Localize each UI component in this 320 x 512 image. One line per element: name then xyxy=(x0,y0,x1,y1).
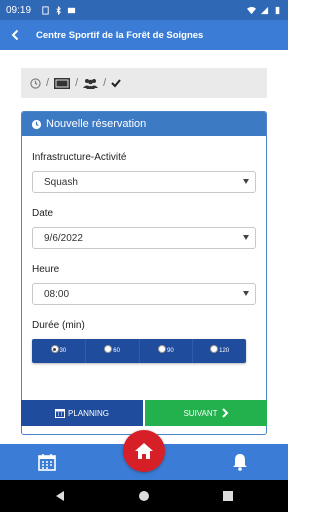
panel-header: Nouvelle réservation xyxy=(22,112,266,136)
step-separator: / xyxy=(46,77,50,89)
panel-title: Nouvelle réservation xyxy=(46,118,147,130)
duree-option-label: 30 xyxy=(59,348,67,354)
step-breadcrumb: / / / xyxy=(21,68,267,98)
system-back-button[interactable] xyxy=(52,488,68,504)
step-separator: / xyxy=(103,77,107,89)
chevron-right-icon xyxy=(221,408,228,418)
back-button[interactable] xyxy=(0,20,32,50)
duree-option-label: 90 xyxy=(167,348,174,354)
infra-value: Squash xyxy=(44,176,78,188)
wifi-icon xyxy=(247,6,256,14)
duree-option-30[interactable]: 30 xyxy=(32,339,86,363)
chevron-down-icon xyxy=(243,291,249,296)
clock-icon xyxy=(31,119,42,130)
system-nav-bar xyxy=(0,480,288,512)
signal-icon xyxy=(260,6,269,14)
heure-value: 08:00 xyxy=(44,288,70,300)
date-select[interactable]: 9/6/2022 xyxy=(32,227,256,249)
planning-button[interactable]: PLANNING xyxy=(21,400,143,426)
step-separator: / xyxy=(75,77,79,89)
home-button[interactable] xyxy=(123,430,165,472)
back-arrow-icon xyxy=(11,29,19,41)
radio-icon xyxy=(104,345,113,353)
clock-icon[interactable] xyxy=(30,77,41,89)
reservation-panel: Nouvelle réservation Infrastructure-Acti… xyxy=(21,111,267,435)
heure-label: Heure xyxy=(32,264,60,275)
radio-icon xyxy=(158,345,167,353)
nav-calendar-button[interactable] xyxy=(37,452,57,472)
home-icon xyxy=(135,443,153,459)
duree-radio-group: 30 60 90 120 xyxy=(32,339,246,363)
status-time: 09:19 xyxy=(6,4,32,16)
infra-select[interactable]: Squash xyxy=(32,171,256,193)
app-bar: Centre Sportif de la Forêt de Soignes xyxy=(0,20,288,50)
bluetooth-icon xyxy=(56,5,61,15)
check-icon[interactable] xyxy=(111,78,121,88)
calendar-icon xyxy=(38,454,56,471)
chevron-down-icon xyxy=(243,179,249,184)
court-icon[interactable] xyxy=(54,77,71,89)
date-label: Date xyxy=(32,208,54,219)
suivant-label: SUIVANT xyxy=(183,408,218,418)
square-icon xyxy=(223,491,233,501)
chevron-down-icon xyxy=(243,235,249,240)
users-icon[interactable] xyxy=(83,78,99,89)
system-recents-button[interactable] xyxy=(220,488,236,504)
duree-label: Durée (min) xyxy=(32,320,85,331)
status-bar: 09:19 xyxy=(0,0,288,20)
circle-icon xyxy=(139,491,149,501)
infra-label: Infrastructure-Activité xyxy=(32,152,127,163)
planning-label: PLANNING xyxy=(68,408,109,418)
page-title: Centre Sportif de la Forêt de Soignes xyxy=(36,29,204,41)
duree-option-label: 120 xyxy=(219,348,230,354)
heure-select[interactable]: 08:00 xyxy=(32,283,256,305)
photo-icon xyxy=(67,7,76,13)
date-value: 9/6/2022 xyxy=(44,232,83,244)
duree-option-120[interactable]: 120 xyxy=(193,339,246,363)
back-triangle-icon xyxy=(56,491,64,501)
calendar-icon xyxy=(55,409,66,418)
radio-icon xyxy=(210,345,219,353)
duree-option-60[interactable]: 60 xyxy=(86,339,140,363)
sim-icon xyxy=(42,5,49,15)
suivant-button[interactable]: SUIVANT xyxy=(145,400,267,426)
battery-icon xyxy=(275,6,280,14)
bell-icon xyxy=(233,454,247,471)
nav-notifications-button[interactable] xyxy=(230,452,250,472)
main-content: / / / Nouvelle réservation Infrastructur… xyxy=(0,50,288,444)
duree-option-90[interactable]: 90 xyxy=(140,339,194,363)
system-home-button[interactable] xyxy=(136,488,152,504)
radio-checked-icon xyxy=(50,345,59,353)
duree-option-label: 60 xyxy=(113,348,120,354)
